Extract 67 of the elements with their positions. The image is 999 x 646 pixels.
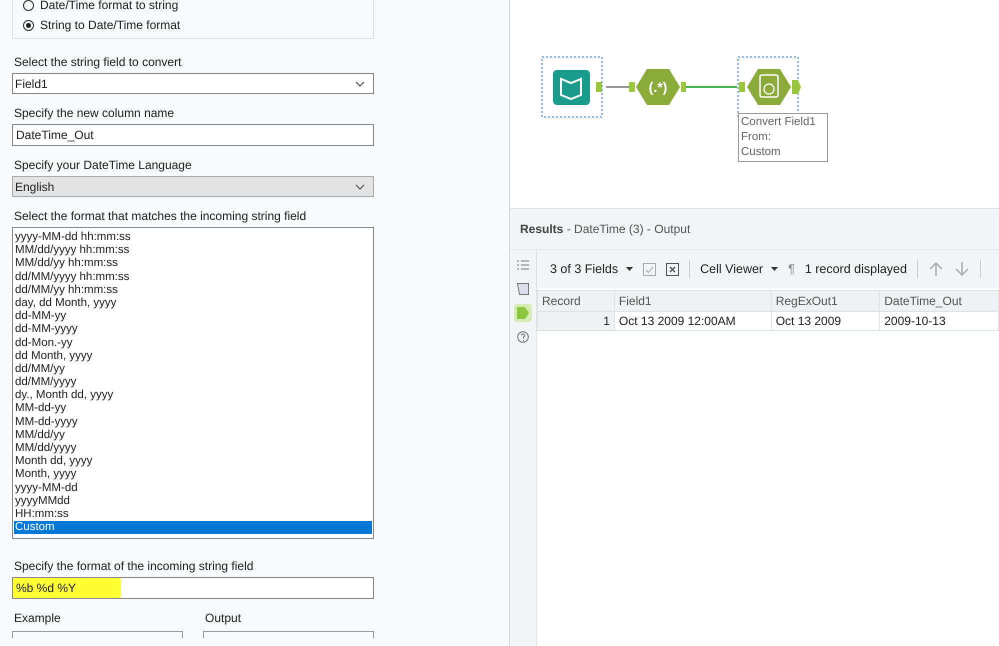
custom-format-field[interactable]: %b %d %Y — [12, 577, 374, 599]
input-tool-node[interactable] — [542, 56, 602, 118]
tag-icon — [517, 307, 529, 319]
format-list-item[interactable]: dd/MM/yyyy — [14, 376, 372, 390]
format-list-item[interactable]: dd-MM-yyyy — [14, 323, 372, 336]
radio-option[interactable]: String to Date/Time format — [23, 18, 363, 32]
column-name-field[interactable]: DateTime_Out — [12, 124, 374, 146]
format-list-item[interactable]: MM/dd/yy — [14, 428, 372, 442]
fields-dropdown[interactable]: 3 of 3 Fields — [550, 262, 634, 276]
caret-icon — [771, 267, 778, 271]
checkbox-icon[interactable] — [643, 262, 656, 276]
field-dropdown[interactable]: Field1 — [12, 73, 374, 94]
table-cell: Oct 13 2009 12:00AM — [614, 312, 772, 330]
radio-option[interactable]: Date/Time format to string — [23, 0, 363, 12]
table-cell: Oct 13 2009 — [771, 312, 880, 330]
format-list-item[interactable]: dd-MM-yy — [14, 310, 372, 324]
column-header: RegExOut1 — [771, 290, 880, 312]
format-list-item[interactable]: day, dd Month, yyyy — [14, 296, 372, 310]
side-tab[interactable] — [514, 280, 532, 298]
field-label: Select the string field to convert — [14, 55, 182, 69]
format-list-item[interactable]: MM/dd/yy hh:mm:ss — [14, 257, 372, 271]
arrow-down-icon[interactable] — [954, 261, 970, 277]
format-list-item[interactable]: dd-Mon.-yy — [14, 336, 372, 350]
column-header: Record — [538, 290, 614, 312]
format-list-item[interactable]: MM-dd-yyyy — [14, 416, 372, 429]
table-cell: 1 — [538, 312, 614, 330]
example-field[interactable] — [12, 631, 183, 638]
format-list-item[interactable]: yyyy-MM-dd — [14, 482, 372, 495]
tool-annotation: Convert Field1 From: Custom — [738, 113, 828, 162]
regex-label: (.*) — [648, 79, 668, 95]
format-list-item[interactable]: Month dd, yyyy — [14, 455, 372, 468]
format-list-item[interactable]: MM-dd-yy — [14, 402, 372, 416]
column-header: Field1 — [614, 290, 772, 312]
caret-icon — [626, 267, 634, 271]
column-header: DateTime_Out — [880, 290, 998, 312]
side-tab[interactable] — [514, 304, 532, 322]
format-list-item[interactable]: Custom — [14, 521, 372, 534]
output-label: Output — [205, 611, 242, 625]
format-list-item[interactable]: Month, yyyy — [14, 468, 372, 482]
example-label: Example — [14, 611, 62, 625]
format-list-item[interactable]: dd Month, yyyy — [14, 350, 372, 363]
chevron-down-icon — [355, 184, 365, 190]
connector-line — [606, 86, 629, 88]
format-list-item[interactable]: dd/MM/yy hh:mm:ss — [14, 284, 372, 297]
format-list-item[interactable]: dd/MM/yy — [14, 362, 372, 376]
format-list-item[interactable]: HH:mm:ss — [14, 508, 372, 522]
format-list-item[interactable]: MM/dd/yyyy — [14, 442, 372, 456]
format-list-item[interactable]: MM/dd/yyyy hh:mm:ss — [14, 244, 372, 258]
format-list-item[interactable]: yyyyMMdd — [14, 494, 372, 508]
language-label: Specify your DateTime Language — [14, 158, 193, 172]
format-list-item[interactable]: dy., Month dd, yyyy — [14, 389, 372, 402]
arrow-up-icon[interactable] — [928, 261, 944, 277]
format-list-label: Select the format that matches the incoming string field — [14, 209, 308, 223]
side-tab[interactable] — [514, 328, 532, 346]
help-icon — [517, 331, 529, 343]
format-list-item[interactable]: dd/MM/yyyy hh:mm:ss — [14, 270, 372, 284]
chevron-down-icon — [355, 80, 365, 86]
close-icon[interactable] — [666, 262, 680, 276]
custom-format-label: Specify the format of the incoming string field — [14, 559, 254, 573]
column-label: Specify the new column name — [14, 106, 176, 120]
table-cell: 2009-10-13 — [880, 312, 998, 330]
list-icon — [517, 260, 529, 270]
format-list-item[interactable]: yyyy-MM-dd hh:mm:ss — [14, 231, 372, 244]
output-field[interactable] — [203, 631, 374, 638]
connector-line — [686, 86, 737, 88]
record-count: 1 record displayed — [804, 262, 907, 276]
cell-viewer-dropdown[interactable]: Cell Viewer — [700, 262, 778, 276]
